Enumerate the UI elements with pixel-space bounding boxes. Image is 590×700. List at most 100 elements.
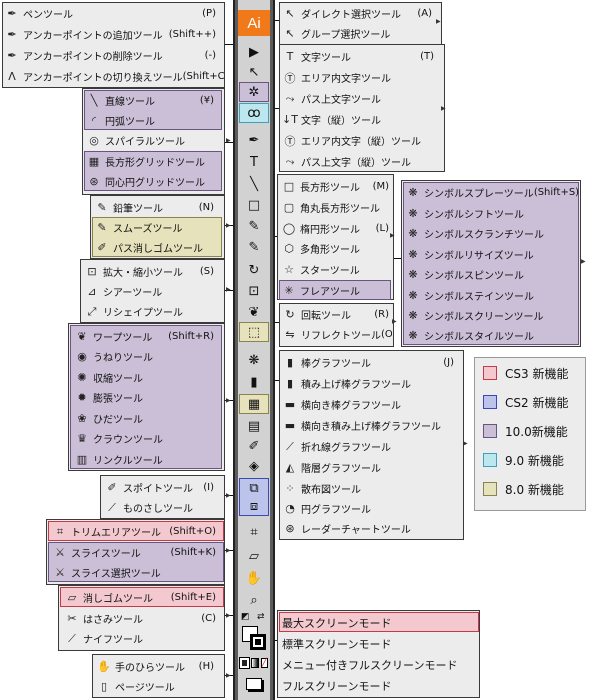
menu-item-group-selection-tool[interactable]: ↖ グループ選択ツール: [282, 23, 440, 44]
toolbar-blend-tool[interactable]: ◈: [240, 456, 268, 476]
menu-item-line-graph-tool[interactable]: ⟋ 折れ線グラフツール: [282, 436, 462, 457]
menu-item-measure-tool[interactable]: ⟋ ものさしツール: [104, 497, 222, 518]
menu-item-crop-area-tool[interactable]: ⌗ トリムエリアツール (Shift+O): [52, 521, 224, 542]
menu-item-eyedropper-tool[interactable]: ✐ スポイトツール (I): [104, 477, 222, 498]
menu-item-bar-graph-tool[interactable]: ▬ 横向き棒グラフツール: [282, 394, 462, 415]
menu-item-shear-tool[interactable]: ⊿ シアーツール: [84, 281, 222, 302]
menu-item-path-type-tool[interactable]: ⤳ パス上文字ツール: [282, 88, 442, 109]
menu-item-hand-tool[interactable]: ✋ 手のひらツール (H): [96, 656, 222, 677]
menu-item-symbol-styler-tool[interactable]: ❋ シンボルスタイルツール: [405, 325, 579, 346]
menu-item-scissors-tool[interactable]: ✂ はさみツール (C): [64, 608, 224, 629]
menu-item-smooth-tool[interactable]: ✎ スムーズツール: [94, 217, 222, 238]
menu-item-convert-anchor-tool[interactable]: ᐱ アンカーポイントの切り換えツール (Shift+C): [4, 66, 224, 87]
menu-item-arc-tool[interactable]: ◜ 円弧ツール: [86, 110, 222, 131]
toolbar-live-paint-bucket-tool[interactable]: ⧉: [240, 478, 268, 498]
menu-item-scale-tool[interactable]: ⊡ 拡大・縮小ツール (S): [84, 261, 222, 282]
menu-item-warp-tool[interactable]: ❦ ワープツール (Shift+R): [74, 326, 222, 347]
menu-item-add-anchor-tool[interactable]: ✒ アンカーポイントの追加ツール (Shift++): [4, 24, 224, 45]
menu-item-radar-graph-tool[interactable]: ⊛ レーダーチャートツール: [282, 518, 462, 539]
menu-item-spiral-tool[interactable]: ◎ スパイラルツール: [86, 130, 222, 151]
menu-item-direct-selection-tool[interactable]: ↖ ダイレクト選択ツール (A): [282, 3, 440, 24]
menu-item-column-graph-tool[interactable]: ▮ 棒グラフツール (J): [282, 352, 462, 373]
menu-item-maximized-screen-mode[interactable]: 最大スクリーンモード: [282, 612, 478, 633]
color-mode-buttons[interactable]: ╱: [238, 657, 268, 669]
toolbar-gradient-tool[interactable]: ▤: [240, 416, 268, 436]
menu-item-slice-select-tool[interactable]: ⚔ スライス選択ツール: [52, 562, 224, 583]
menu-item-symbol-shifter-tool[interactable]: ❋ シンボルシフトツール: [405, 203, 579, 224]
toolbar-type-tool[interactable]: T: [240, 152, 268, 172]
menu-item-rounded-rect-tool[interactable]: ▢ 角丸長方形ツール: [281, 197, 392, 218]
toolbar-eraser-tool[interactable]: ▱: [240, 546, 268, 566]
menu-item-symbol-spinner-tool[interactable]: ❋ シンボルスピンツール: [405, 264, 579, 285]
toolbar-selection-tool[interactable]: ▶: [240, 42, 268, 62]
menu-item-bloat-tool[interactable]: ✹ 膨張ツール: [74, 387, 222, 408]
menu-item-symbol-scruncher-tool[interactable]: ❋ シンボルスクランチツール: [405, 223, 579, 244]
menu-item-rect-grid-tool[interactable]: ▦ 長方形グリッドツール: [86, 151, 222, 172]
screen-mode-button[interactable]: [246, 678, 262, 690]
menu-item-symbol-stainer-tool[interactable]: ❋ シンボルステインツール: [405, 285, 579, 306]
menu-item-eraser-tool[interactable]: ▱ 消しゴムツール (Shift+E): [64, 587, 224, 608]
menu-item-symbol-sprayer-tool[interactable]: ❋ シンボルスプレーツール (Shift+S): [405, 182, 579, 203]
default-colors-icon[interactable]: ◩: [241, 612, 250, 622]
menu-item-flare-tool[interactable]: ✳ フレアツール: [281, 280, 392, 301]
menu-item-pencil-tool[interactable]: ✎ 鉛筆ツール (N): [94, 197, 222, 218]
menu-item-line-tool[interactable]: ╲ 直線ツール (¥): [86, 90, 222, 111]
menu-item-pie-graph-tool[interactable]: ◔ 円グラフツール: [282, 498, 462, 519]
menu-item-full-screen-mode[interactable]: フルスクリーンモード: [282, 675, 478, 696]
stroke-color-swatch[interactable]: [250, 634, 266, 650]
gradient-icon[interactable]: [251, 658, 259, 668]
toolbar-zoom-tool[interactable]: ⌕: [240, 590, 268, 610]
toolbar-live-paint-selection-tool[interactable]: ⧈: [240, 496, 268, 516]
toolbar-pen-tool[interactable]: ✒: [240, 130, 268, 150]
menu-item-full-screen-mode-with-menu[interactable]: メニュー付きフルスクリーンモード: [282, 654, 478, 675]
menu-item-vertical-path-type-tool[interactable]: ⤳ パス上文字（縦）ツール: [282, 151, 442, 172]
menu-item-page-tool[interactable]: ▯ ページツール: [96, 676, 222, 697]
menu-item-standard-screen-mode[interactable]: 標準スクリーンモード: [282, 633, 478, 654]
menu-item-ellipse-tool[interactable]: ◯ 楕円形ツール (L): [281, 218, 392, 239]
toolbar-eyedropper-tool[interactable]: ✐: [240, 436, 268, 456]
menu-item-symbol-screener-tool[interactable]: ❋ シンボルスクリーンツール: [405, 305, 579, 326]
menu-item-delete-anchor-tool[interactable]: ✒ アンカーポイントの削除ツール (-): [4, 45, 224, 66]
menu-item-stacked-column-graph-tool[interactable]: ▮ 積み上げ棒グラフツール: [282, 373, 462, 394]
menu-item-knife-tool[interactable]: ⟋ ナイフツール: [64, 628, 224, 649]
menu-item-reshape-tool[interactable]: ⤢ リシェイプツール: [84, 301, 222, 322]
toolbar-hand-tool[interactable]: ✋: [240, 568, 268, 588]
toolbar-line-tool[interactable]: ╲: [240, 174, 268, 194]
toolbar-free-transform-tool[interactable]: ⬚: [240, 322, 268, 342]
toolbar-graph-tool[interactable]: ▮: [240, 372, 268, 392]
menu-item-scallop-tool[interactable]: ❀ ひだツール: [74, 408, 222, 429]
toolbar-lasso-tool[interactable]: ꝏ: [240, 103, 268, 123]
toolbar-pencil-tool[interactable]: ✎: [240, 237, 268, 257]
menu-item-reflect-tool[interactable]: ⇋リフレクトツール(O): [282, 324, 392, 345]
toolbar-rotate-tool[interactable]: ↻: [240, 260, 268, 280]
toolbar-scale-tool[interactable]: ⊡: [240, 281, 268, 301]
menu-item-star-tool[interactable]: ☆ スターツール: [281, 259, 392, 280]
toolbar-magic-wand-tool[interactable]: ✲: [240, 82, 268, 102]
color-icon[interactable]: [238, 657, 251, 669]
menu-item-area-type-tool[interactable]: Ⓣ エリア内文字ツール: [282, 67, 442, 88]
menu-item-pucker-tool[interactable]: ✺ 収縮ツール: [74, 367, 222, 388]
menu-item-scatter-graph-tool[interactable]: ⁘ 散布図ツール: [282, 478, 462, 499]
toolbar-warp-tool[interactable]: ❦: [240, 302, 268, 322]
swap-colors-icon[interactable]: ⇄: [257, 612, 265, 622]
menu-item-stacked-bar-graph-tool[interactable]: ▬ 横向き積み上げ棒グラフツール: [282, 415, 462, 436]
toolbar-rectangle-tool[interactable]: □: [240, 195, 268, 215]
menu-item-rotate-tool[interactable]: ↻ 回転ツール (R): [282, 304, 392, 325]
menu-item-crystallize-tool[interactable]: ♛ クラウンツール: [74, 428, 222, 449]
menu-item-area-graph-tool[interactable]: ◭ 階層グラフツール: [282, 457, 462, 478]
menu-item-polygon-tool[interactable]: ⬡ 多角形ツール: [281, 238, 392, 259]
toolbar-direct-selection-tool[interactable]: ↖: [240, 62, 268, 82]
toolbar-crop-area-tool[interactable]: ⌗: [240, 522, 268, 542]
menu-item-slice-tool[interactable]: ⚔ スライスツール (Shift+K): [52, 542, 224, 563]
menu-item-type-tool[interactable]: T 文字ツール (T): [282, 46, 442, 67]
menu-item-symbol-sizer-tool[interactable]: ❋ シンボルリサイズツール: [405, 244, 579, 265]
menu-item-pen-tool[interactable]: ✒ ペンツール (P): [4, 3, 224, 24]
toolbar-mesh-tool[interactable]: ▦: [240, 394, 268, 414]
toolbar-paintbrush-tool[interactable]: ✎: [240, 216, 268, 236]
menu-item-vertical-type-tool[interactable]: ↓T 文字（縦）ツール: [282, 109, 442, 130]
menu-item-rectangle-tool[interactable]: □ 長方形ツール (M): [281, 176, 392, 197]
none-icon[interactable]: ╱: [260, 658, 268, 668]
menu-item-vertical-area-type-tool[interactable]: Ⓣ エリア内文字（縦）ツール: [282, 130, 442, 151]
menu-item-wrinkle-tool[interactable]: ▥ リンクルツール: [74, 449, 222, 470]
menu-item-path-eraser-tool[interactable]: ✐ パス消しゴムツール: [94, 237, 222, 258]
